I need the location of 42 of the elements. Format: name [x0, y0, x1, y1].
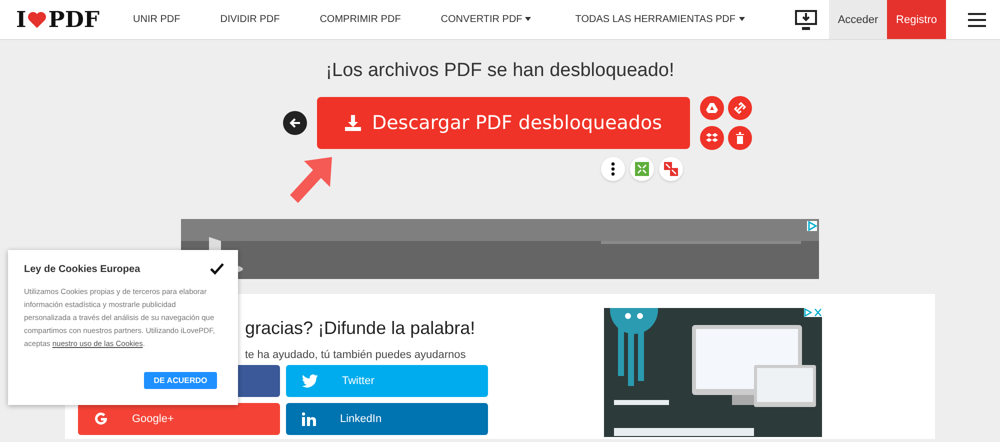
nav-link[interactable]: DIVIDIR PDF [220, 14, 280, 25]
share-heading: gracias? ¡Difunde la palabra! [245, 318, 476, 339]
logo-text: I [16, 6, 26, 32]
g-letter-icon [94, 412, 108, 426]
logo-text: PDF [48, 6, 100, 32]
check-icon [210, 263, 224, 275]
in-letters-icon [302, 412, 316, 426]
trash-icon [734, 132, 746, 144]
nav-link[interactable]: UNIR PDF [133, 14, 180, 25]
delete-button[interactable] [728, 126, 752, 150]
link-icon [734, 102, 746, 114]
split-tool-button[interactable] [659, 157, 683, 181]
menu-icon[interactable] [968, 12, 986, 26]
more-icon [611, 162, 615, 176]
download-icon [344, 114, 362, 132]
arrow-left-icon [288, 117, 300, 129]
share-subtitle: te ha ayudado, tú también puedes ayudarnos [245, 349, 467, 361]
compress-icon [635, 162, 649, 176]
boxes-icon [706, 132, 718, 144]
dropbox-button[interactable] [700, 126, 724, 150]
ad-choices-icon[interactable] [807, 221, 817, 231]
more-button[interactable] [601, 157, 625, 181]
login-button[interactable]: Acceder [829, 0, 887, 39]
ad-close-icon[interactable] [804, 308, 822, 317]
signup-button[interactable]: Registro [887, 0, 946, 39]
drive-button[interactable] [700, 96, 724, 120]
google-share-button[interactable]: Google+ [78, 403, 280, 435]
desktop-download-icon[interactable] [794, 8, 818, 30]
split-icon [664, 162, 678, 176]
back-button[interactable] [282, 111, 306, 135]
cookie-title: Ley de Cookies Europea [24, 264, 140, 274]
result-title: ¡Los archivos PDF se han desbloqueado! [326, 60, 674, 82]
bird-icon [302, 374, 318, 388]
linkedin-share-button[interactable]: LinkedIn [286, 403, 488, 435]
compress-tool-button[interactable] [630, 157, 654, 181]
download-button[interactable]: Descargar PDF desbloqueados [316, 97, 690, 149]
triangle-icon [706, 102, 718, 114]
heart-icon [27, 10, 48, 28]
nav-link[interactable]: CONVERTIR PDF [440, 14, 532, 25]
nav-link[interactable]: TODAS LAS HERRAMIENTAS PDF [575, 14, 745, 25]
nav-link[interactable]: COMPRIMIR PDF [320, 14, 401, 25]
link-button[interactable] [728, 96, 752, 120]
